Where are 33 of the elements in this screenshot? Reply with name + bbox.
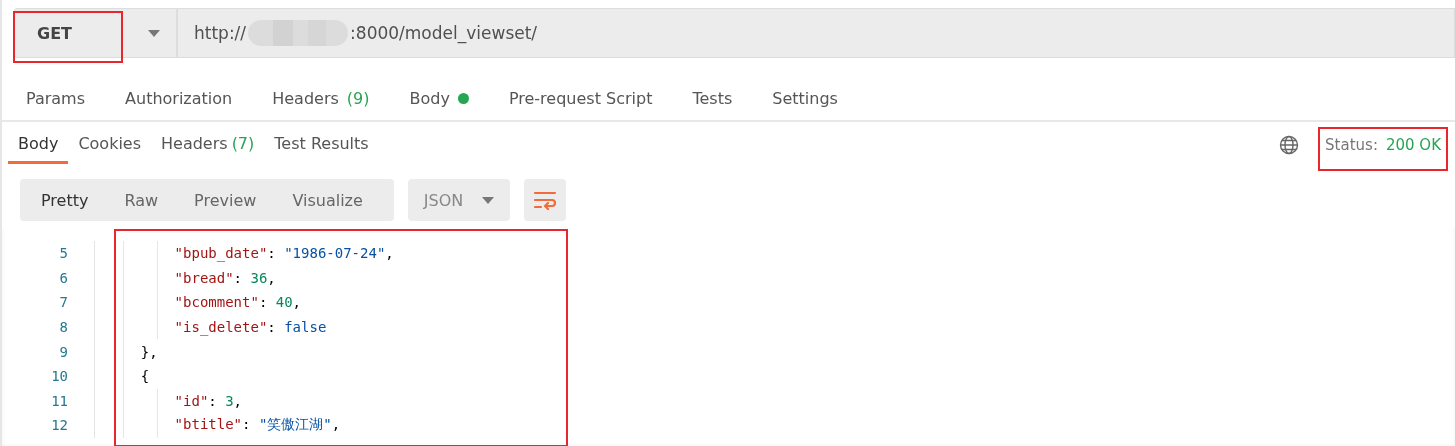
request-tab[interactable]: Pre-request Script	[508, 78, 653, 118]
request-tab[interactable]: Params	[26, 78, 86, 118]
code-line: "is_delete": false	[173, 319, 327, 336]
code-line: "id": 3,	[173, 392, 243, 409]
view-mode-tab[interactable]: Raw	[111, 179, 172, 221]
request-tab[interactable]: Body	[409, 78, 469, 118]
request-tab[interactable]: Tests	[692, 78, 733, 118]
code-line: "bread": 36,	[173, 269, 276, 286]
line-number: 11	[50, 392, 68, 409]
request-tab[interactable]: Headers (9)	[272, 78, 370, 118]
view-mode-tab[interactable]: Preview	[181, 179, 270, 221]
line-number: 7	[58, 294, 68, 311]
code-line: {	[139, 368, 150, 385]
line-number: 5	[58, 245, 68, 262]
response-tab[interactable]: Headers (7)	[151, 132, 265, 164]
code-line: "btitle": "笑傲江湖",	[173, 416, 341, 435]
request-tab[interactable]: Settings	[772, 78, 838, 118]
view-mode-tab[interactable]: Visualize	[279, 179, 376, 221]
code-line: "bpub_date": "1986-07-24",	[173, 245, 394, 262]
code-line: "bcomment": 40,	[173, 294, 302, 311]
response-tab[interactable]: Cookies	[68, 132, 152, 164]
line-number: 8	[58, 319, 68, 336]
url-field[interactable]: http:// :8000/model_viewset/	[177, 8, 1455, 58]
response-tab[interactable]: Test Results	[264, 132, 379, 164]
response-tab[interactable]: Body	[8, 132, 69, 164]
code-line: },	[139, 343, 158, 360]
status-indicator: Status: 200 OK	[1325, 136, 1445, 154]
line-number: 10	[50, 368, 68, 385]
view-mode-tab[interactable]: Pretty	[28, 179, 102, 221]
line-number: 12	[50, 417, 68, 434]
line-number: 6	[58, 269, 68, 286]
request-tab[interactable]: Authorization	[125, 78, 233, 118]
line-number: 9	[58, 343, 68, 360]
